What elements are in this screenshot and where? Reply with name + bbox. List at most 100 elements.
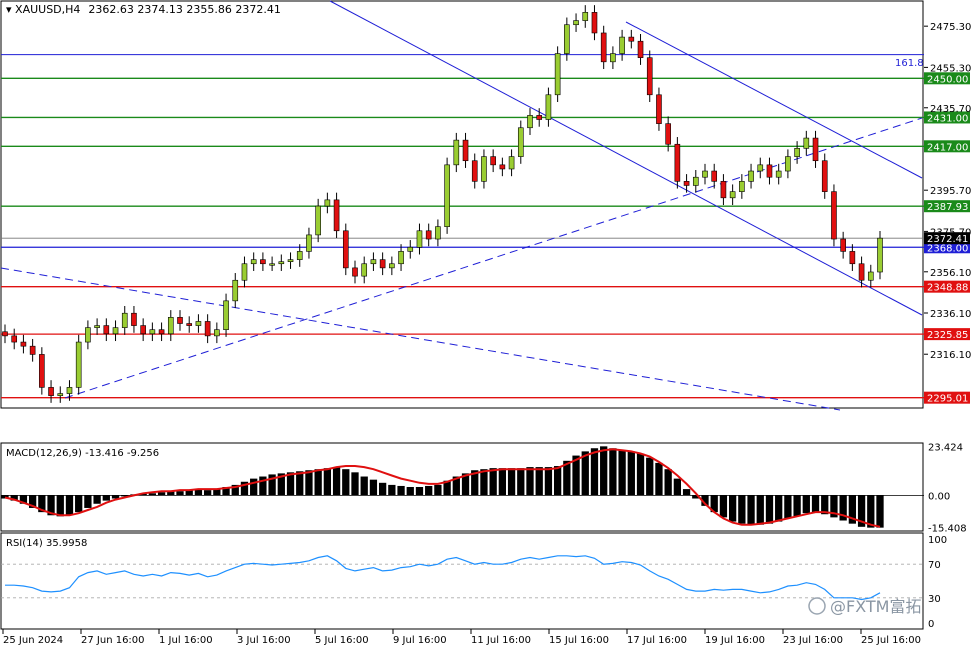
candle xyxy=(75,334,82,395)
candle-body xyxy=(729,191,736,199)
candle-body xyxy=(739,181,745,192)
macd-bar xyxy=(203,490,212,496)
candle-body xyxy=(232,279,239,302)
macd-bar xyxy=(369,479,378,496)
price-panel[interactable] xyxy=(0,0,924,409)
candle-body xyxy=(582,12,589,21)
price-tick-label: 2336.10 xyxy=(930,309,971,320)
macd-bar xyxy=(609,448,617,496)
candle-body xyxy=(812,137,819,162)
candle-body xyxy=(2,331,8,337)
candle-body xyxy=(241,263,248,281)
candle-body xyxy=(94,325,100,328)
price-tick-label: 2356.10 xyxy=(930,268,971,279)
candle-body xyxy=(803,137,810,149)
macd-bar xyxy=(664,469,672,496)
candle-body xyxy=(416,230,423,248)
candle-body xyxy=(361,263,368,277)
macd-bar xyxy=(581,451,589,496)
macd-bar xyxy=(425,485,433,496)
candle-body xyxy=(11,335,18,343)
macd-bar xyxy=(636,453,645,496)
macd-bar xyxy=(84,495,92,508)
macd-bar xyxy=(747,495,755,525)
macd-tick-label: -15.408 xyxy=(928,524,967,535)
macd-bar xyxy=(811,495,820,513)
macd-bar xyxy=(553,466,562,496)
candle-body xyxy=(204,321,211,337)
level-label: 2325.85 xyxy=(927,330,968,341)
rsi-panel[interactable] xyxy=(0,532,924,630)
candle-body xyxy=(775,170,782,178)
price-axis: 2450.002431.002417.002387.932368.002348.… xyxy=(924,22,971,405)
time-axis: 25 Jun 2024 27 Jun 16:00 1 Jul 16:00 3 Jul … xyxy=(2,629,921,646)
price-tick-label: 2475.30 xyxy=(930,22,971,33)
macd-bar xyxy=(673,478,682,496)
candle-body xyxy=(324,199,331,207)
macd-bar xyxy=(775,495,783,522)
watermark-text: @FXTM富拓 xyxy=(830,597,921,616)
candle-body xyxy=(508,156,515,170)
trading-chart[interactable]: 2450.002431.002417.002387.932368.002348.… xyxy=(0,0,975,650)
candle-body xyxy=(628,36,635,42)
candle-body xyxy=(720,181,727,199)
time-label: 3 Jul 16:00 xyxy=(237,635,291,646)
level-label: 2387.93 xyxy=(927,202,968,213)
candle-body xyxy=(75,341,82,388)
candle-body xyxy=(131,312,137,326)
macd-bar xyxy=(342,469,350,496)
candle xyxy=(342,223,349,276)
candle-body xyxy=(683,181,690,186)
time-label: 1 Jul 16:00 xyxy=(159,635,213,646)
macd-axis: 23.424 0.00 -15.408 xyxy=(928,442,967,534)
candle-body xyxy=(66,387,73,394)
macd-bar xyxy=(489,468,497,496)
time-label: 25 Jun 2024 xyxy=(3,635,63,646)
macd-bar xyxy=(323,468,332,496)
time-label: 23 Jul 16:00 xyxy=(783,635,843,646)
macd-bar xyxy=(756,495,764,525)
candle-body xyxy=(407,246,414,252)
chart-header: ▾ XAUUSD,H4 2362.63 2374.13 2355.86 2372.… xyxy=(6,3,281,16)
candle-body xyxy=(600,32,607,63)
candle-body xyxy=(342,230,349,269)
rsi-tick-label: 30 xyxy=(928,594,941,605)
candle-body xyxy=(536,115,543,120)
candle-body xyxy=(444,164,450,227)
candle-body xyxy=(821,160,828,192)
macd-bar xyxy=(590,448,599,496)
time-label: 27 Jun 16:00 xyxy=(81,635,145,646)
macd-bar xyxy=(378,482,387,496)
candle-body xyxy=(379,259,386,269)
candle-body xyxy=(858,263,865,281)
macd-bar xyxy=(480,469,488,496)
candle-body xyxy=(315,205,321,236)
time-label: 5 Jul 16:00 xyxy=(315,635,369,646)
candle-body xyxy=(453,139,460,166)
candle-body xyxy=(785,156,791,172)
candle-body xyxy=(619,36,625,54)
symbol-timeframe: XAUUSD,H4 xyxy=(15,3,80,16)
candle-body xyxy=(877,237,883,273)
macd-bar xyxy=(876,495,884,528)
candle-body xyxy=(333,199,340,232)
candle-body xyxy=(398,251,404,265)
candle-body xyxy=(517,127,524,157)
macd-bar xyxy=(765,495,774,524)
candle-body xyxy=(637,40,644,58)
macd-bar xyxy=(544,467,553,496)
time-label: 17 Jul 16:00 xyxy=(627,635,687,646)
macd-bar xyxy=(314,469,322,496)
candle-body xyxy=(296,251,303,260)
price-tick-label: 2395.70 xyxy=(930,186,971,197)
candle-body xyxy=(20,341,27,347)
macd-bar xyxy=(415,487,424,496)
time-label: 9 Jul 16:00 xyxy=(393,635,447,646)
candle-body xyxy=(481,156,487,182)
candle-body xyxy=(158,329,165,335)
candle-body xyxy=(527,115,533,129)
macd-bar xyxy=(682,489,691,496)
candle-body xyxy=(103,325,110,335)
candle-body xyxy=(840,238,846,252)
candle-body xyxy=(269,263,275,266)
